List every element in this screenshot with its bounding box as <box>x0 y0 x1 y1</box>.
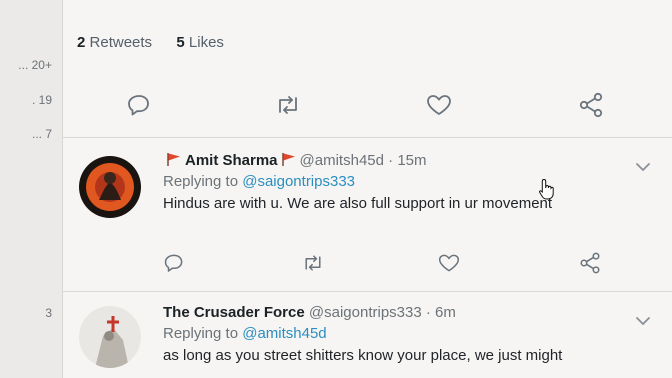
main-tweet-actions <box>63 90 672 120</box>
trend-count: . 19 <box>31 93 52 107</box>
heart-icon <box>438 254 460 272</box>
replying-to: Replying to @amitsh45d <box>163 325 327 342</box>
reply-button[interactable] <box>124 90 154 120</box>
retweet-icon <box>305 255 321 271</box>
heart-icon <box>427 95 451 115</box>
retweet-button[interactable] <box>298 248 328 278</box>
trend-count: ... 7 <box>31 127 52 141</box>
share-button[interactable] <box>575 248 605 278</box>
tweet-actions <box>63 248 672 278</box>
mention-link[interactable]: @saigontrips333 <box>242 173 355 190</box>
share-button[interactable] <box>576 90 606 120</box>
retweet-button[interactable] <box>273 90 303 120</box>
tweet-thread: 2 Retweets 5 Likes Amit Sharma @amitsh45… <box>62 0 672 378</box>
separator: · <box>388 152 394 169</box>
likes-stat[interactable]: 5 Likes <box>176 34 224 51</box>
reply-tweet[interactable]: The Crusader Force @saigontrips333 · 6m … <box>63 292 672 378</box>
retweets-stat[interactable]: 2 Retweets <box>77 34 152 51</box>
timestamp[interactable]: 6m <box>435 304 456 321</box>
tweet-stats: 2 Retweets 5 Likes <box>77 34 224 51</box>
flag-icon <box>281 153 295 166</box>
trend-count: ... 20+ <box>18 58 52 72</box>
chevron-down-icon[interactable] <box>635 162 651 172</box>
trends-column: ... 20+ . 19 ... 7 3 <box>0 0 62 378</box>
like-button[interactable] <box>424 90 454 120</box>
reply-button[interactable] <box>159 248 189 278</box>
replying-to: Replying to @saigontrips333 <box>163 173 356 190</box>
reply-icon <box>164 254 183 272</box>
trend-count: 3 <box>45 306 52 320</box>
share-icon <box>580 252 600 274</box>
flag-icon <box>167 153 180 166</box>
chevron-down-icon[interactable] <box>635 316 651 326</box>
avatar[interactable] <box>79 156 141 218</box>
separator: · <box>425 304 431 321</box>
mention-link[interactable]: @amitsh45d <box>242 325 326 342</box>
avatar[interactable] <box>79 306 141 368</box>
tweet-text: Hindus are with u. We are also full supp… <box>163 195 553 212</box>
timestamp[interactable]: 15m <box>397 152 426 169</box>
tweet-text: as long as you street shitters know your… <box>163 347 563 364</box>
author-name[interactable]: The Crusader Force <box>163 304 305 321</box>
reply-icon <box>128 95 149 116</box>
share-icon <box>579 92 603 118</box>
hand-cursor-icon <box>539 178 554 200</box>
author-handle[interactable]: @amitsh45d <box>300 152 384 169</box>
author-name[interactable]: Amit Sharma <box>185 152 278 169</box>
author-handle[interactable]: @saigontrips333 <box>309 304 422 321</box>
like-button[interactable] <box>434 248 464 278</box>
retweet-icon <box>279 96 297 114</box>
reply-tweet[interactable]: Amit Sharma @amitsh45d · 15m Replying to… <box>63 138 672 290</box>
